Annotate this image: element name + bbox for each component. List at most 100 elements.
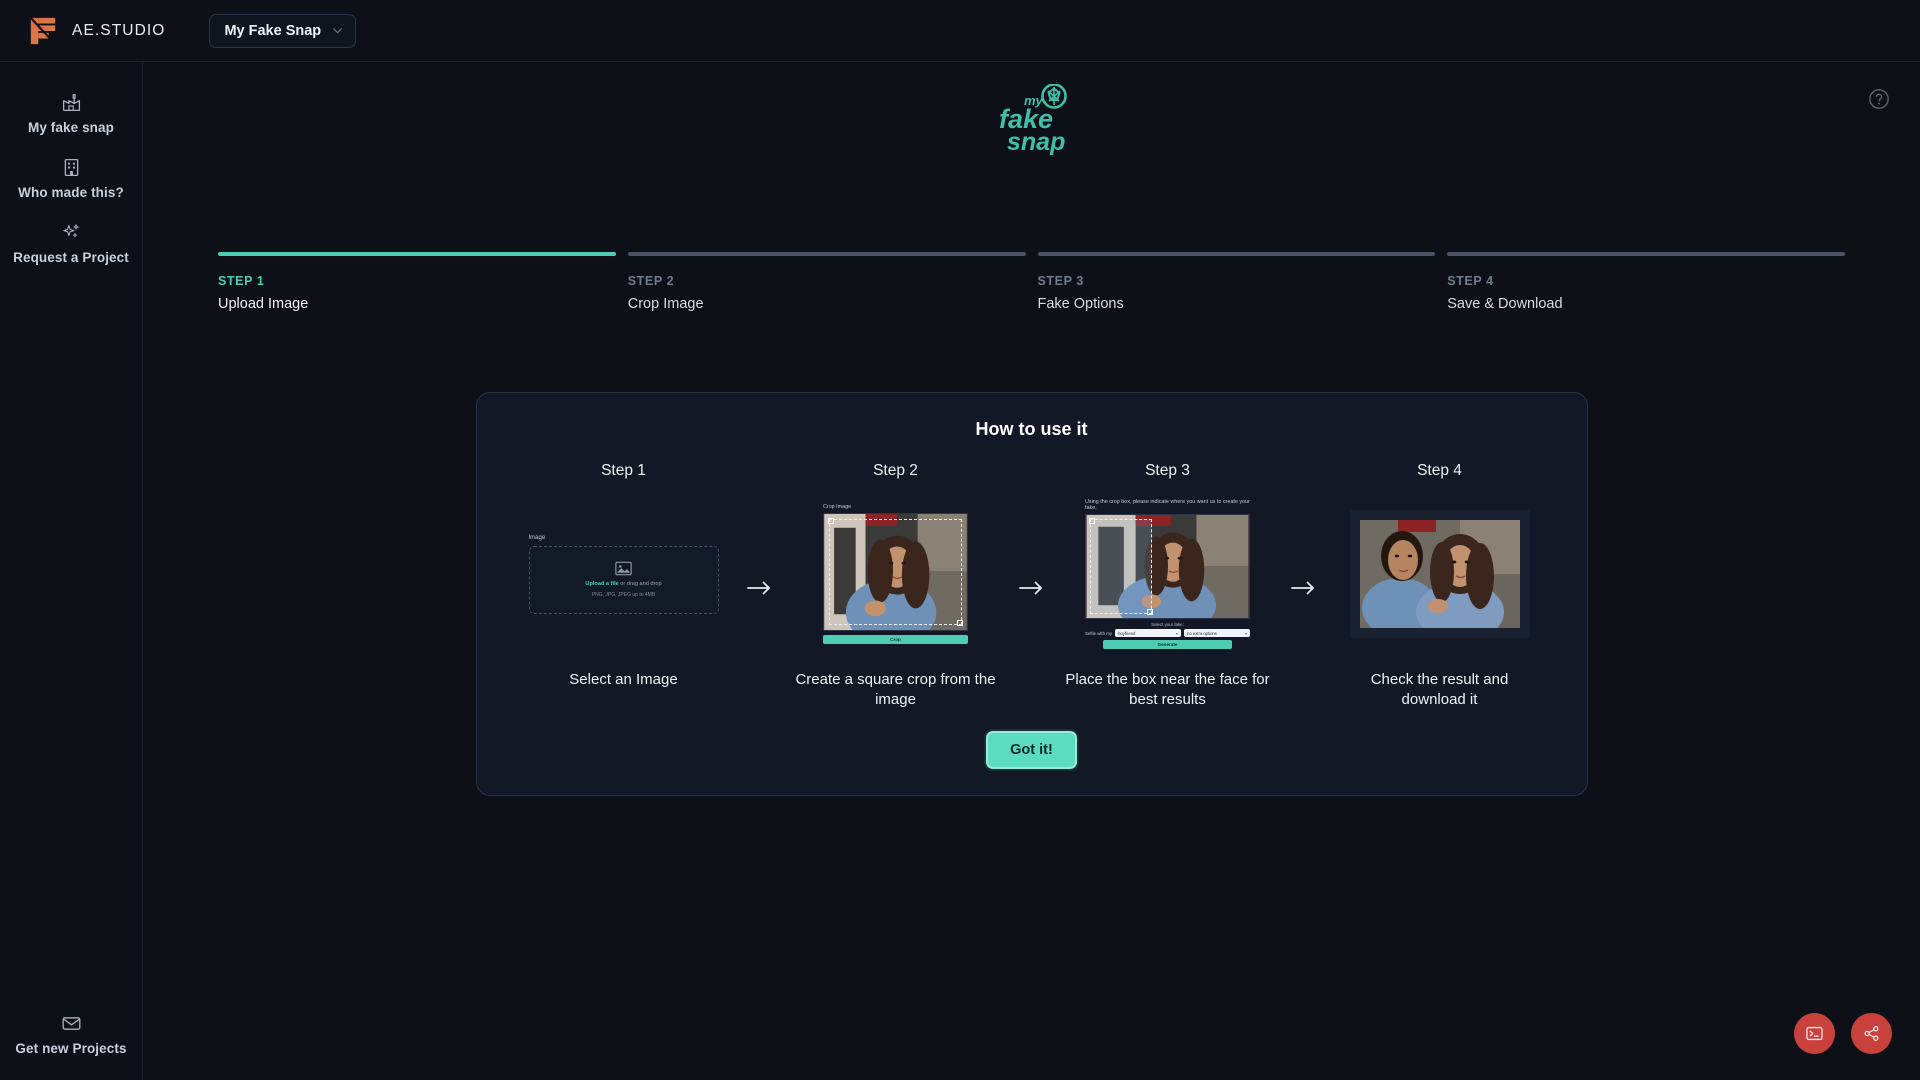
sidebar-item-my-fake-snap[interactable]: My fake snap bbox=[0, 82, 142, 147]
how-to-steps-row: Step 1 Image Upload a file or drag and d… bbox=[505, 462, 1559, 709]
mock-upload-rest: or drag and drop bbox=[618, 581, 662, 587]
stepper-step-name: Upload Image bbox=[218, 296, 309, 312]
app-root: AE.STUDIO My Fake Snap My fake snap Who … bbox=[0, 0, 1920, 1080]
stepper-step-number: STEP 3 bbox=[1037, 274, 1084, 288]
how-to-step-title: Step 4 bbox=[1417, 462, 1462, 479]
stepper-progress-bar bbox=[627, 252, 1026, 256]
mock-upload-field-label: Image bbox=[528, 534, 546, 541]
stepper-step-3[interactable]: STEP 3 Fake Options bbox=[1037, 252, 1436, 312]
stepper-step-number: STEP 1 bbox=[218, 274, 265, 288]
main-content: my fake snap STEP 1 Upload Image STEP 2 … bbox=[143, 62, 1920, 1080]
photo-illustration bbox=[1086, 515, 1249, 618]
how-to-step-caption: Create a square crop from the image bbox=[795, 671, 996, 708]
mock-select-value: boyfriend bbox=[1118, 630, 1136, 636]
stepper-step-2[interactable]: STEP 2 Crop Image bbox=[627, 252, 1026, 312]
sidebar-item-label: Who made this? bbox=[18, 185, 124, 200]
stepper-step-number: STEP 2 bbox=[627, 274, 675, 288]
mock-photo-woman bbox=[823, 513, 968, 631]
brand-name: AE.STUDIO bbox=[72, 21, 166, 39]
photo-illustration bbox=[824, 514, 967, 630]
stepper-step-number: STEP 4 bbox=[1447, 274, 1494, 288]
how-to-step-2: Step 2 Crop Image Crop Create a square c… bbox=[780, 462, 1012, 709]
got-it-button[interactable]: Got it! bbox=[986, 731, 1077, 769]
stepper-step-1[interactable]: STEP 1 Upload Image bbox=[218, 252, 616, 312]
sidebar-item-who-made-this[interactable]: Who made this? bbox=[0, 147, 142, 212]
factory-icon bbox=[62, 93, 80, 112]
how-to-step-mock: Image Upload a file or drag and drop PNG… bbox=[508, 494, 740, 654]
how-to-step-title: Step 1 bbox=[601, 462, 646, 479]
sparkles-icon bbox=[62, 224, 79, 238]
how-to-step-mock: Crop Image Crop bbox=[780, 494, 1012, 654]
mock-generate-button[interactable]: Generate bbox=[1103, 640, 1232, 649]
sidebar-item-request-a-project[interactable]: Request a Project bbox=[0, 212, 142, 277]
top-bar: AE.STUDIO My Fake Snap bbox=[0, 0, 1920, 62]
arrow-right-icon bbox=[1018, 581, 1042, 595]
how-to-step-mock: Using the crop box, please indicate wher… bbox=[1052, 494, 1284, 654]
how-to-step-4: Step 4 Check the result and download it bbox=[1324, 462, 1556, 709]
mock-select-value: no extra options bbox=[1187, 630, 1217, 636]
mock-options-section-label: Select your fake: bbox=[1151, 622, 1184, 627]
how-to-use-title: How to use it bbox=[975, 419, 1088, 439]
mock-select-extra-options[interactable]: no extra options ▾ bbox=[1184, 629, 1250, 637]
brand[interactable]: AE.STUDIO bbox=[28, 16, 165, 46]
photo-illustration bbox=[1359, 520, 1520, 628]
building-icon bbox=[64, 158, 78, 177]
how-to-step-caption: Place the box near the face for best res… bbox=[1065, 671, 1270, 708]
app-logo: my fake snap bbox=[143, 84, 1920, 156]
sidebar-item-label: Request a Project bbox=[13, 250, 129, 265]
floating-action-buttons bbox=[1794, 1013, 1892, 1054]
my-fake-snap-logo-icon: my fake snap bbox=[999, 84, 1067, 156]
mock-crop-panel: Crop Image Crop bbox=[823, 504, 968, 644]
how-to-step-caption: Check the result and download it bbox=[1370, 671, 1509, 708]
how-to-arrow-1 bbox=[740, 462, 780, 596]
arrow-right-icon bbox=[746, 581, 770, 595]
mock-upload-link: Upload a file bbox=[585, 581, 619, 587]
mock-select-relationship[interactable]: boyfriend ▾ bbox=[1115, 629, 1182, 637]
sidebar-item-label: Get new Projects bbox=[15, 1041, 127, 1056]
arrow-right-icon bbox=[1290, 581, 1314, 595]
mock-crop-field-label: Crop Image bbox=[823, 504, 852, 510]
sidebar-item-label: My fake snap bbox=[28, 120, 114, 135]
project-selector[interactable]: My Fake Snap bbox=[209, 13, 357, 48]
stepper-step-name: Crop Image bbox=[627, 296, 704, 312]
terminal-fab-button[interactable] bbox=[1794, 1013, 1835, 1054]
how-to-arrow-3 bbox=[1284, 462, 1324, 596]
stepper-step-name: Save & Download bbox=[1447, 296, 1563, 312]
ae-studio-logo-icon bbox=[30, 16, 56, 45]
chevron-down-icon bbox=[333, 28, 342, 34]
mock-upload-primary-text: Upload a file or drag and drop bbox=[585, 581, 661, 587]
how-to-step-1: Step 1 Image Upload a file or drag and d… bbox=[508, 462, 740, 690]
mock-options-row: Selfie with my boyfriend ▾ no extra opti… bbox=[1085, 629, 1250, 637]
image-placeholder-icon bbox=[615, 561, 632, 576]
stepper-progress-bar bbox=[1447, 252, 1845, 256]
mock-options-instruction: Using the crop box, please indicate wher… bbox=[1085, 499, 1250, 511]
share-fab-button[interactable] bbox=[1851, 1013, 1892, 1054]
mock-upload-widget: Image Upload a file or drag and drop PNG… bbox=[528, 534, 719, 614]
mock-photo-couple bbox=[1359, 520, 1520, 628]
stepper-step-4[interactable]: STEP 4 Save & Download bbox=[1447, 252, 1845, 312]
mock-options-prefix-label: Selfie with my bbox=[1085, 630, 1113, 636]
stepper-progress-bar bbox=[1037, 252, 1436, 256]
how-to-confirm-row: Got it! bbox=[505, 731, 1559, 769]
chevron-down-icon: ▾ bbox=[1176, 630, 1179, 636]
how-to-arrow-2 bbox=[1012, 462, 1052, 596]
mock-result-panel bbox=[1349, 510, 1530, 638]
how-to-step-title: Step 3 bbox=[1145, 462, 1190, 479]
envelope-icon bbox=[62, 1017, 80, 1030]
mock-crop-button[interactable]: Crop bbox=[823, 635, 968, 644]
stepper: STEP 1 Upload Image STEP 2 Crop Image ST… bbox=[218, 252, 1845, 312]
svg-text:snap: snap bbox=[1007, 128, 1065, 156]
stepper-step-name: Fake Options bbox=[1037, 296, 1124, 312]
mock-photo-woman-boxed bbox=[1085, 514, 1250, 619]
mock-options-panel: Using the crop box, please indicate wher… bbox=[1085, 499, 1250, 649]
sidebar-item-get-new-projects[interactable]: Get new Projects bbox=[0, 1003, 142, 1064]
how-to-step-mock bbox=[1324, 494, 1556, 654]
mock-upload-hint: PNG, JPG, JPEG up to 4MB bbox=[591, 592, 656, 598]
share-icon bbox=[1864, 1026, 1879, 1041]
how-to-step-3: Step 3 Using the crop box, please indica… bbox=[1052, 462, 1284, 709]
project-selector-value: My Fake Snap bbox=[224, 22, 322, 39]
sidebar: My fake snap Who made this? Request a Pr… bbox=[0, 62, 143, 1080]
how-to-use-card: How to use it Step 1 Image Upload a file… bbox=[475, 392, 1588, 796]
chevron-down-icon: ▾ bbox=[1244, 630, 1247, 636]
stepper-progress-bar bbox=[218, 252, 616, 256]
